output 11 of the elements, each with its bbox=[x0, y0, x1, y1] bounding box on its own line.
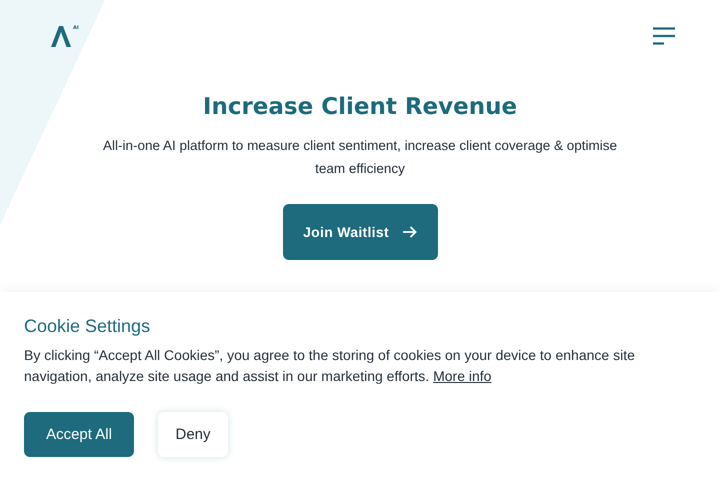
more-info-link[interactable]: More info bbox=[433, 368, 492, 384]
arrow-right-icon bbox=[402, 226, 417, 238]
cookie-text: By clicking “Accept All Cookies”, you agree to the storing of cookies on your device to enhance site navigation, analyze site usage and assist in our marketing efforts. More info bbox=[24, 346, 636, 386]
accept-button[interactable]: Accept All bbox=[24, 412, 134, 457]
logo-icon[interactable] bbox=[50, 25, 72, 47]
menu-icon[interactable] bbox=[653, 27, 675, 45]
cookie-title: Cookie Settings bbox=[24, 316, 152, 337]
deny-button[interactable]: Deny bbox=[158, 412, 228, 457]
join-waitlist-button[interactable]: Join Waitlist bbox=[282, 204, 438, 260]
hero-subtitle: All-in-one AI platform to measure client sentiment, increase client coverage & optimise team efficiency bbox=[102, 137, 618, 178]
hero-title: Increase Client Revenue bbox=[202, 94, 518, 120]
